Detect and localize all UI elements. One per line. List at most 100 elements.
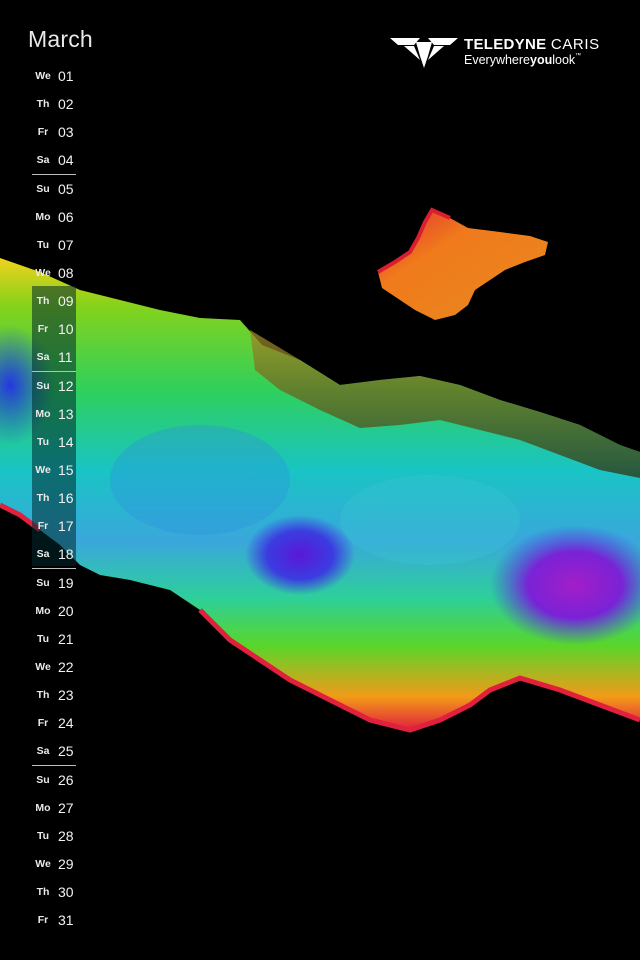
day-number: 15 bbox=[58, 462, 74, 478]
day-of-week-label: Su bbox=[36, 380, 50, 392]
terrain-island bbox=[378, 210, 548, 320]
day-of-week-label: We bbox=[35, 661, 51, 673]
day-number: 26 bbox=[58, 772, 74, 788]
day-row: Sa 18 bbox=[32, 540, 76, 568]
day-row: Fr 31 bbox=[32, 906, 76, 934]
day-of-week-label: Th bbox=[36, 689, 50, 701]
day-of-week-label: Th bbox=[36, 98, 50, 110]
day-of-week-label: Sa bbox=[36, 351, 50, 363]
day-of-week-label: Tu bbox=[36, 633, 50, 645]
day-row: We 22 bbox=[32, 653, 76, 681]
day-number: 13 bbox=[58, 406, 74, 422]
day-number: 18 bbox=[58, 546, 74, 562]
day-of-week-label: Fr bbox=[37, 520, 49, 532]
day-of-week-label: Fr bbox=[37, 126, 49, 138]
day-row: Mo 20 bbox=[32, 597, 76, 625]
day-row: Mo 27 bbox=[32, 794, 76, 822]
day-number: 27 bbox=[58, 800, 74, 816]
day-number: 06 bbox=[58, 209, 74, 225]
day-of-week-label: Fr bbox=[37, 323, 49, 335]
terrain-band bbox=[0, 258, 640, 730]
day-row: Su 05 bbox=[32, 174, 76, 203]
day-of-week-label: Mo bbox=[35, 408, 51, 420]
teledyne-caris-logo: TELEDYNE CARIS Everywhereyoulook™ bbox=[390, 34, 610, 74]
day-number: 01 bbox=[58, 68, 74, 84]
day-row: We 15 bbox=[32, 456, 76, 484]
day-of-week-label: Th bbox=[36, 886, 50, 898]
day-row: Tu 07 bbox=[32, 231, 76, 259]
day-row: Fr 24 bbox=[32, 709, 76, 737]
day-row: We 01 bbox=[32, 62, 76, 90]
day-number: 12 bbox=[58, 378, 74, 394]
day-of-week-label: Th bbox=[36, 295, 50, 307]
day-row: Su 19 bbox=[32, 568, 76, 597]
day-number: 14 bbox=[58, 434, 74, 450]
day-row: Th 23 bbox=[32, 681, 76, 709]
day-of-week-label: Su bbox=[36, 577, 50, 589]
day-number: 21 bbox=[58, 631, 74, 647]
day-of-week-label: We bbox=[35, 267, 51, 279]
teledyne-chevron-logo-icon bbox=[390, 38, 458, 68]
month-title: March bbox=[28, 26, 93, 52]
day-number: 07 bbox=[58, 237, 74, 253]
day-number: 19 bbox=[58, 575, 74, 591]
day-of-week-label: Mo bbox=[35, 211, 51, 223]
day-row: Mo 06 bbox=[32, 203, 76, 231]
day-number: 30 bbox=[58, 884, 74, 900]
day-of-week-label: Su bbox=[36, 183, 50, 195]
day-row: Th 16 bbox=[32, 484, 76, 512]
day-of-week-label: Mo bbox=[35, 605, 51, 617]
day-number: 16 bbox=[58, 490, 74, 506]
day-row: Sa 25 bbox=[32, 737, 76, 765]
day-row: Fr 10 bbox=[32, 315, 76, 343]
day-number: 10 bbox=[58, 321, 74, 337]
day-of-week-label: We bbox=[35, 858, 51, 870]
day-number: 28 bbox=[58, 828, 74, 844]
day-row: Fr 17 bbox=[32, 512, 76, 540]
day-number: 29 bbox=[58, 856, 74, 872]
day-number: 25 bbox=[58, 743, 74, 759]
day-number: 23 bbox=[58, 687, 74, 703]
day-of-week-label: Th bbox=[36, 492, 50, 504]
day-of-week-label: Tu bbox=[36, 436, 50, 448]
day-row: We 29 bbox=[32, 850, 76, 878]
day-list: We 01 Th 02 Fr 03 Sa 04 Su 05 Mo 06 Tu 07 We 08 Th 09 Fr 10… bbox=[32, 62, 76, 934]
logo-brand-text: TELEDYNE CARIS bbox=[464, 36, 600, 53]
day-of-week-label: Su bbox=[36, 774, 50, 786]
day-of-week-label: We bbox=[35, 464, 51, 476]
day-row: Tu 14 bbox=[32, 428, 76, 456]
day-of-week-label: Sa bbox=[36, 745, 50, 757]
day-number: 05 bbox=[58, 181, 74, 197]
day-number: 17 bbox=[58, 518, 74, 534]
bathymetry-terrain-image bbox=[0, 207, 640, 733]
day-row: Su 12 bbox=[32, 371, 76, 400]
day-of-week-label: Fr bbox=[37, 717, 49, 729]
day-number: 04 bbox=[58, 152, 74, 168]
day-of-week-label: Sa bbox=[36, 548, 50, 560]
day-of-week-label: Tu bbox=[36, 239, 50, 251]
day-row: We 08 bbox=[32, 259, 76, 287]
day-number: 02 bbox=[58, 96, 74, 112]
day-row: Tu 28 bbox=[32, 822, 76, 850]
logo-tagline: Everywhereyoulook™ bbox=[464, 53, 582, 67]
day-of-week-label: Mo bbox=[35, 802, 51, 814]
day-row: Fr 03 bbox=[32, 118, 76, 146]
day-number: 20 bbox=[58, 603, 74, 619]
day-row: Sa 04 bbox=[32, 146, 76, 174]
day-number: 24 bbox=[58, 715, 74, 731]
day-row: Tu 21 bbox=[32, 625, 76, 653]
day-number: 09 bbox=[58, 293, 74, 309]
day-row: Mo 13 bbox=[32, 400, 76, 428]
day-row: Th 09 bbox=[32, 287, 76, 315]
day-row: Th 30 bbox=[32, 878, 76, 906]
day-of-week-label: Sa bbox=[36, 154, 50, 166]
day-number: 31 bbox=[58, 912, 74, 928]
day-number: 11 bbox=[58, 349, 73, 365]
day-of-week-label: Tu bbox=[36, 830, 50, 842]
day-number: 08 bbox=[58, 265, 74, 281]
day-number: 22 bbox=[58, 659, 74, 675]
day-of-week-label: We bbox=[35, 70, 51, 82]
day-number: 03 bbox=[58, 124, 74, 140]
day-row: Th 02 bbox=[32, 90, 76, 118]
day-row: Sa 11 bbox=[32, 343, 76, 371]
